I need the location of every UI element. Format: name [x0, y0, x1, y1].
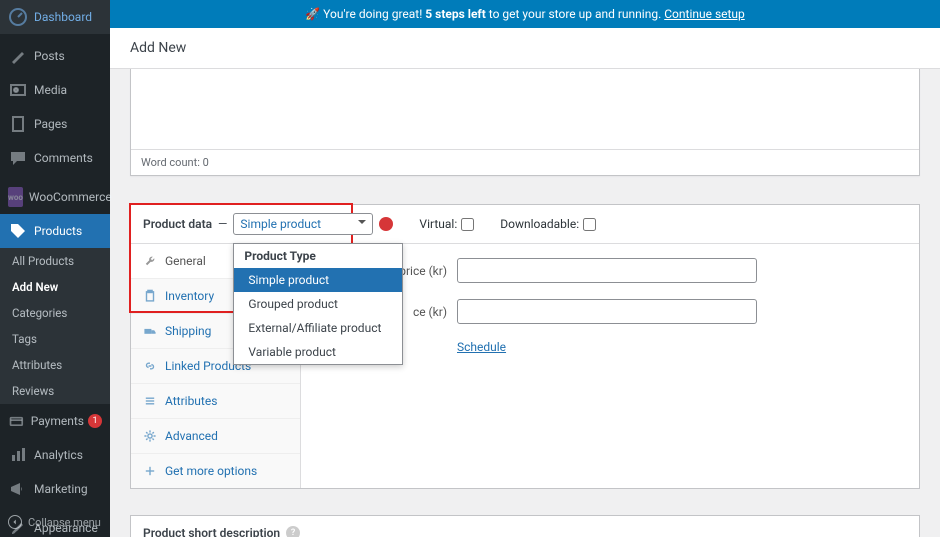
dropdown-header: Product Type: [234, 244, 402, 268]
short-description-title: Product short description: [143, 526, 280, 537]
rocket-icon: 🚀: [305, 7, 320, 21]
truck-icon: [143, 324, 157, 338]
product-type-dropdown: Product Type Simple product Grouped prod…: [233, 243, 403, 365]
virtual-option[interactable]: Virtual:: [419, 217, 474, 231]
setup-steps: 5 steps left: [425, 7, 485, 21]
wrench-icon: [143, 254, 157, 268]
regular-price-input[interactable]: [457, 258, 757, 283]
sidebar-label: Analytics: [34, 448, 83, 462]
sidebar-item-analytics[interactable]: Analytics: [0, 438, 110, 472]
downloadable-checkbox[interactable]: [583, 218, 596, 231]
sidebar-item-media[interactable]: Media: [0, 73, 110, 107]
help-icon[interactable]: ?: [286, 526, 300, 537]
products-icon: [8, 221, 28, 241]
tab-label: Inventory: [165, 289, 214, 303]
editor-textarea[interactable]: [131, 69, 919, 149]
sidebar-item-products[interactable]: Products: [0, 214, 110, 248]
sidebar-label: Comments: [34, 151, 93, 165]
sidebar-label: Dashboard: [34, 10, 92, 24]
sidebar-label: Media: [34, 83, 67, 97]
regular-price-row: price (kr): [317, 258, 903, 283]
dropdown-option-grouped[interactable]: Grouped product: [234, 292, 402, 316]
media-icon: [8, 80, 28, 100]
product-data-header: Product data — Simple product Product Ty…: [131, 205, 919, 244]
dropdown-option-external[interactable]: External/Affiliate product: [234, 316, 402, 340]
page-icon: [8, 114, 28, 134]
woo-icon: woo: [8, 187, 23, 207]
sidebar-item-comments[interactable]: Comments: [0, 141, 110, 175]
analytics-icon: [8, 445, 28, 465]
virtual-label: Virtual:: [419, 217, 457, 231]
pin-icon: [8, 46, 28, 66]
sidebar-label: Marketing: [34, 482, 88, 496]
schedule-link[interactable]: Schedule: [457, 340, 506, 354]
notification-badge: 1: [88, 414, 102, 428]
tab-get-more[interactable]: Get more options: [131, 454, 300, 488]
megaphone-icon: [8, 479, 28, 499]
link-icon: [143, 359, 157, 373]
setup-post: to get your store up and running.: [489, 7, 661, 21]
downloadable-option[interactable]: Downloadable:: [500, 217, 596, 231]
dropdown-option-variable[interactable]: Variable product: [234, 340, 402, 364]
tab-label: General: [165, 254, 206, 268]
product-data-label: Product data: [143, 217, 212, 231]
tab-label: Shipping: [165, 324, 211, 338]
setup-pre: You're doing great!: [323, 7, 422, 21]
clipboard-icon: [143, 289, 157, 303]
product-type-select[interactable]: Simple product: [233, 213, 373, 235]
subitem-tags[interactable]: Tags: [0, 326, 110, 352]
short-description-metabox: Product short description ? Add Media Pa…: [130, 515, 920, 537]
sidebar-item-woocommerce[interactable]: woo WooCommerce: [0, 180, 110, 214]
sidebar-item-payments[interactable]: Payments 1: [0, 404, 110, 438]
sidebar-label: Payments: [31, 414, 84, 428]
payments-icon: [8, 411, 25, 431]
subitem-categories[interactable]: Categories: [0, 300, 110, 326]
collapse-menu-button[interactable]: Collapse menu: [0, 507, 110, 537]
list-icon: [143, 394, 157, 408]
downloadable-label: Downloadable:: [500, 217, 579, 231]
sale-price-row: ce (kr): [317, 299, 903, 324]
admin-sidebar: Dashboard Posts Media Pages Comments woo…: [0, 0, 110, 537]
tab-advanced[interactable]: Advanced: [131, 419, 300, 454]
warning-icon: [379, 217, 393, 231]
continue-setup-link[interactable]: Continue setup: [664, 7, 745, 21]
select-value: Simple product: [240, 217, 321, 231]
virtual-checkbox[interactable]: [461, 218, 474, 231]
sidebar-label: Products: [34, 224, 82, 238]
dash: —: [218, 217, 227, 231]
sidebar-item-marketing[interactable]: Marketing: [0, 472, 110, 506]
sidebar-item-pages[interactable]: Pages: [0, 107, 110, 141]
sale-price-input[interactable]: [457, 299, 757, 324]
collapse-label: Collapse menu: [28, 516, 101, 529]
plus-icon: [143, 464, 157, 478]
word-count: Word count: 0: [131, 149, 919, 175]
gear-icon: [143, 429, 157, 443]
subitem-reviews[interactable]: Reviews: [0, 378, 110, 404]
comment-icon: [8, 148, 28, 168]
short-description-header: Product short description ?: [131, 516, 919, 537]
tab-label: Get more options: [165, 464, 257, 478]
page-header: Add New: [110, 28, 940, 69]
sidebar-item-posts[interactable]: Posts: [0, 39, 110, 73]
sidebar-submenu-products: All Products Add New Categories Tags Att…: [0, 248, 110, 404]
subitem-add-new[interactable]: Add New: [0, 274, 110, 300]
collapse-icon: [8, 515, 22, 529]
dropdown-option-simple[interactable]: Simple product: [234, 268, 402, 292]
tab-label: Advanced: [165, 429, 218, 443]
sidebar-label: Posts: [34, 49, 65, 63]
current-indicator-icon: [110, 226, 120, 236]
setup-banner: 🚀 You're doing great! 5 steps left to ge…: [110, 0, 940, 28]
content-editor: Word count: 0: [130, 69, 920, 176]
subitem-attributes[interactable]: Attributes: [0, 352, 110, 378]
tab-label: Attributes: [165, 394, 217, 408]
page-title: Add New: [130, 40, 920, 56]
subitem-all-products[interactable]: All Products: [0, 248, 110, 274]
sidebar-item-dashboard[interactable]: Dashboard: [0, 0, 110, 34]
dashboard-icon: [8, 7, 28, 27]
sidebar-label: Pages: [34, 117, 67, 131]
product-data-metabox: Product data — Simple product Product Ty…: [130, 204, 920, 489]
sidebar-label: WooCommerce: [29, 190, 112, 204]
tab-attributes[interactable]: Attributes: [131, 384, 300, 419]
